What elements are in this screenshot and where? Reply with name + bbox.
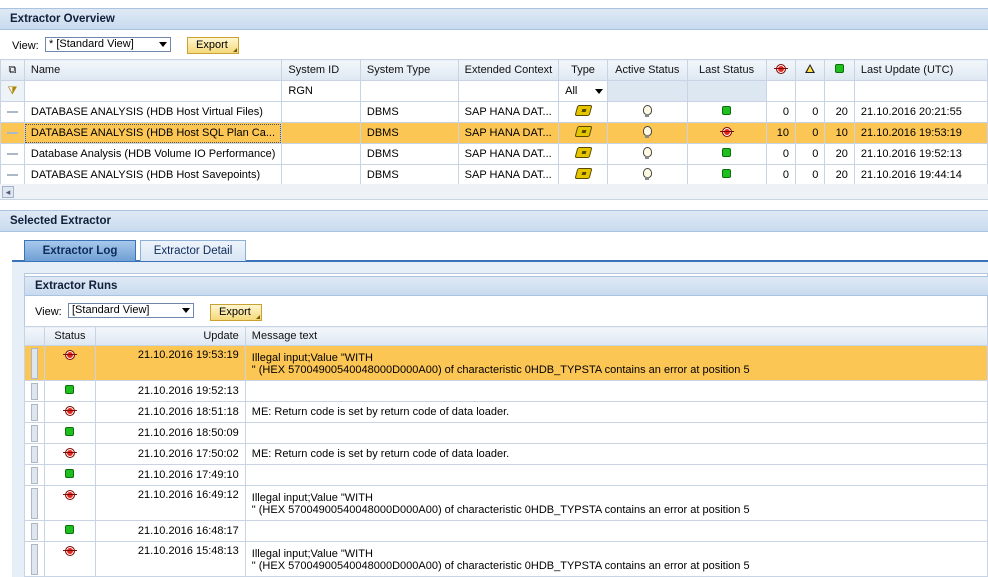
- col-system-id[interactable]: System ID: [281, 59, 361, 81]
- view-label: View:: [12, 40, 39, 52]
- chevron-down-icon: [159, 42, 167, 47]
- filter-system-id[interactable]: RGN: [281, 80, 361, 102]
- row-selector[interactable]: [0, 143, 25, 165]
- table-row[interactable]: 21.10.2016 18:51:18 ME: Return code is s…: [24, 401, 988, 423]
- table-settings-icon[interactable]: ⧉: [0, 59, 25, 81]
- col-last-update[interactable]: Last Update (UTC): [853, 59, 988, 81]
- view-select-value: * [Standard View]: [49, 38, 134, 50]
- row-selector[interactable]: [24, 520, 45, 542]
- green-status-icon: [722, 148, 732, 157]
- filter-icon[interactable]: ⧩: [0, 80, 25, 102]
- green-status-icon: [65, 525, 75, 534]
- runs-view-label: View:: [35, 306, 62, 318]
- runs-title: Extractor Runs: [35, 280, 118, 292]
- green-status-icon: [65, 427, 75, 436]
- table-row[interactable]: 21.10.2016 15:48:13 Illegal input;Value …: [24, 541, 988, 577]
- extractor-type-icon: [574, 168, 592, 179]
- runs-export-button[interactable]: Export: [210, 304, 262, 321]
- overview-title: Extractor Overview: [10, 13, 115, 25]
- row-selector[interactable]: [24, 485, 45, 521]
- col-status[interactable]: Status: [43, 326, 96, 346]
- col-update[interactable]: Update: [94, 326, 246, 346]
- row-selector[interactable]: [24, 422, 45, 444]
- runs-table: Status Update Message text 21.10.2016 19…: [24, 326, 988, 577]
- red-status-icon: [62, 546, 77, 556]
- col-red-count[interactable]: [765, 59, 797, 81]
- row-selector[interactable]: [0, 122, 25, 144]
- red-status-icon: [719, 126, 734, 137]
- table-row[interactable]: 21.10.2016 19:52:13: [24, 380, 988, 402]
- bulb-icon: [641, 167, 653, 181]
- table-row[interactable]: 21.10.2016 17:49:10: [24, 464, 988, 486]
- table-row[interactable]: Database Analysis (HDB Volume IO Perform…: [0, 143, 988, 165]
- row-name: DATABASE ANALYSIS (HDB Host SQL Plan Ca.…: [23, 122, 283, 144]
- col-active-status[interactable]: Active Status: [606, 59, 688, 81]
- table-row-selected[interactable]: 21.10.2016 19:53:19 Illegal input;Value …: [24, 345, 988, 381]
- row-selector[interactable]: [24, 464, 45, 486]
- col-extended-context[interactable]: Extended Context: [457, 59, 560, 81]
- red-alert-icon: [773, 63, 788, 74]
- row-selector[interactable]: [0, 101, 25, 123]
- filter-type[interactable]: All: [558, 80, 608, 102]
- col-yellow-count[interactable]: [795, 59, 826, 81]
- table-row-selected[interactable]: DATABASE ANALYSIS (HDB Host SQL Plan Ca.…: [0, 122, 988, 144]
- warning-icon: [805, 64, 816, 73]
- runs-view-select[interactable]: [Standard View]: [68, 303, 194, 318]
- green-status-icon: [722, 106, 732, 115]
- green-status-icon: [835, 64, 845, 73]
- red-status-icon: [62, 405, 77, 416]
- table-row[interactable]: DATABASE ANALYSIS (HDB Host Savepoints) …: [0, 164, 988, 186]
- bulb-icon: [641, 104, 653, 118]
- extractor-table: ⧉ Name System ID System Type Extended Co…: [0, 59, 988, 186]
- red-status-icon: [62, 350, 77, 360]
- table-row[interactable]: DATABASE ANALYSIS (HDB Host Virtual File…: [0, 101, 988, 123]
- col-green-count[interactable]: [824, 59, 855, 81]
- bulb-icon: [641, 146, 653, 160]
- col-name[interactable]: Name: [23, 59, 283, 81]
- runs-panel-header: Extractor Runs: [25, 276, 988, 296]
- runs-view-select-value: [Standard View]: [72, 304, 150, 316]
- table-row[interactable]: 21.10.2016 17:50:02 ME: Return code is s…: [24, 443, 988, 465]
- col-system-type[interactable]: System Type: [359, 59, 459, 81]
- row-selector[interactable]: [24, 443, 45, 465]
- bulb-icon: [641, 125, 653, 139]
- selected-title: Selected Extractor: [10, 215, 111, 227]
- row-selector[interactable]: [24, 345, 45, 381]
- filter-row: ⧩ RGN All: [0, 80, 988, 102]
- extractor-type-icon: [574, 126, 592, 137]
- row-name: DATABASE ANALYSIS (HDB Host Savepoints): [23, 164, 283, 186]
- row-name: Database Analysis (HDB Volume IO Perform…: [23, 143, 283, 165]
- chevron-down-icon: [182, 308, 190, 313]
- tab-extractor-detail[interactable]: Extractor Detail: [140, 240, 246, 261]
- horizontal-scrollbar[interactable]: ◂: [0, 184, 988, 200]
- filter-system-type[interactable]: [359, 80, 459, 102]
- green-status-icon: [65, 469, 75, 478]
- filter-name[interactable]: [23, 80, 283, 102]
- selected-panel-header: Selected Extractor: [0, 210, 988, 232]
- extractor-type-icon: [574, 147, 592, 158]
- green-status-icon: [722, 169, 732, 178]
- tab-extractor-log[interactable]: Extractor Log: [24, 240, 136, 261]
- export-button[interactable]: Export: [187, 37, 239, 54]
- table-row[interactable]: 21.10.2016 16:49:12 Illegal input;Value …: [24, 485, 988, 521]
- table-row[interactable]: 21.10.2016 18:50:09: [24, 422, 988, 444]
- col-message[interactable]: Message text: [244, 326, 988, 346]
- view-select[interactable]: * [Standard View]: [45, 37, 171, 52]
- table-row[interactable]: 21.10.2016 16:48:17: [24, 520, 988, 542]
- col-type[interactable]: Type: [558, 59, 608, 81]
- row-selector[interactable]: [24, 380, 45, 402]
- row-selector[interactable]: [24, 401, 45, 423]
- row-selector[interactable]: [24, 541, 45, 577]
- red-status-icon: [62, 447, 77, 458]
- filter-ext-context[interactable]: [457, 80, 560, 102]
- scroll-left-icon[interactable]: ◂: [2, 186, 14, 198]
- row-name: DATABASE ANALYSIS (HDB Host Virtual File…: [23, 101, 283, 123]
- red-status-icon: [62, 490, 77, 500]
- overview-panel-header: Extractor Overview: [0, 8, 988, 30]
- green-status-icon: [65, 385, 75, 394]
- extractor-type-icon: [574, 105, 592, 116]
- row-selector[interactable]: [0, 164, 25, 186]
- col-last-status[interactable]: Last Status: [686, 59, 767, 81]
